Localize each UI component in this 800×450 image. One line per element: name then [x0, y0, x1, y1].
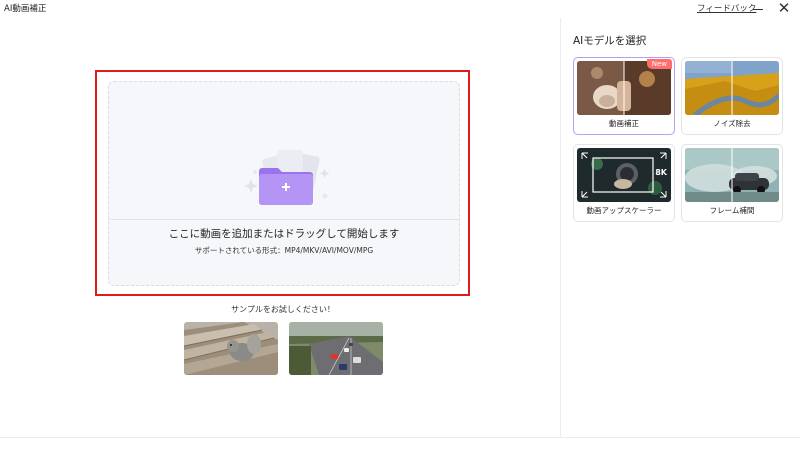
minimize-button[interactable]: [750, 1, 766, 15]
model-card-video-enhance[interactable]: New 動画補正: [573, 57, 675, 135]
dropzone-divider: [109, 219, 459, 220]
model-label-video-enhance: 動画補正: [609, 119, 639, 128]
model-card-upscaler[interactable]: 8K 動画アップスケーラー: [573, 144, 675, 222]
highway-image: [289, 322, 383, 375]
model-panel-title: AIモデルを選択: [573, 35, 647, 47]
dropzone-main-text: ここに動画を追加またはドラッグして開始します: [168, 228, 400, 240]
app-title: AI動画補正: [4, 4, 47, 14]
panel-divider: [560, 18, 561, 438]
resolution-8k-label: 8K: [655, 168, 667, 177]
model-thumb-video-enhance: [577, 61, 671, 115]
model-label-upscaler: 動画アップスケーラー: [586, 206, 662, 215]
close-button[interactable]: ✕: [776, 0, 792, 16]
title-bar: AI動画補正 フィードバック ✕: [0, 0, 800, 18]
sample-thumbnail-squirrel[interactable]: [184, 322, 278, 375]
model-thumb-frame-interpolation: [685, 148, 779, 202]
sample-thumbnail-highway[interactable]: [289, 322, 383, 375]
squirrel-bench-image: [184, 322, 278, 375]
model-thumb-upscaler: 8K: [577, 148, 671, 202]
supported-formats-text: サポートされている形式：MP4/MKV/AVI/MOV/MPG: [194, 246, 374, 255]
bottom-divider: [0, 437, 800, 438]
feedback-link[interactable]: フィードバック: [697, 2, 756, 14]
model-thumb-denoise: [685, 61, 779, 115]
model-card-denoise[interactable]: ノイズ除去: [681, 57, 783, 135]
model-card-frame-interpolation[interactable]: フレーム補間: [681, 144, 783, 222]
new-badge: New: [646, 59, 672, 69]
model-label-frame-interpolation: フレーム補間: [709, 206, 755, 215]
model-label-denoise: ノイズ除去: [713, 119, 751, 128]
upload-highlight-frame: ここに動画を追加またはドラッグして開始します サポートされている形式：MP4/M…: [95, 70, 470, 296]
video-dropzone[interactable]: ここに動画を追加またはドラッグして開始します サポートされている形式：MP4/M…: [108, 81, 460, 286]
samples-label: サンプルをお試しください！: [231, 305, 335, 314]
add-folder-icon: [244, 150, 330, 205]
